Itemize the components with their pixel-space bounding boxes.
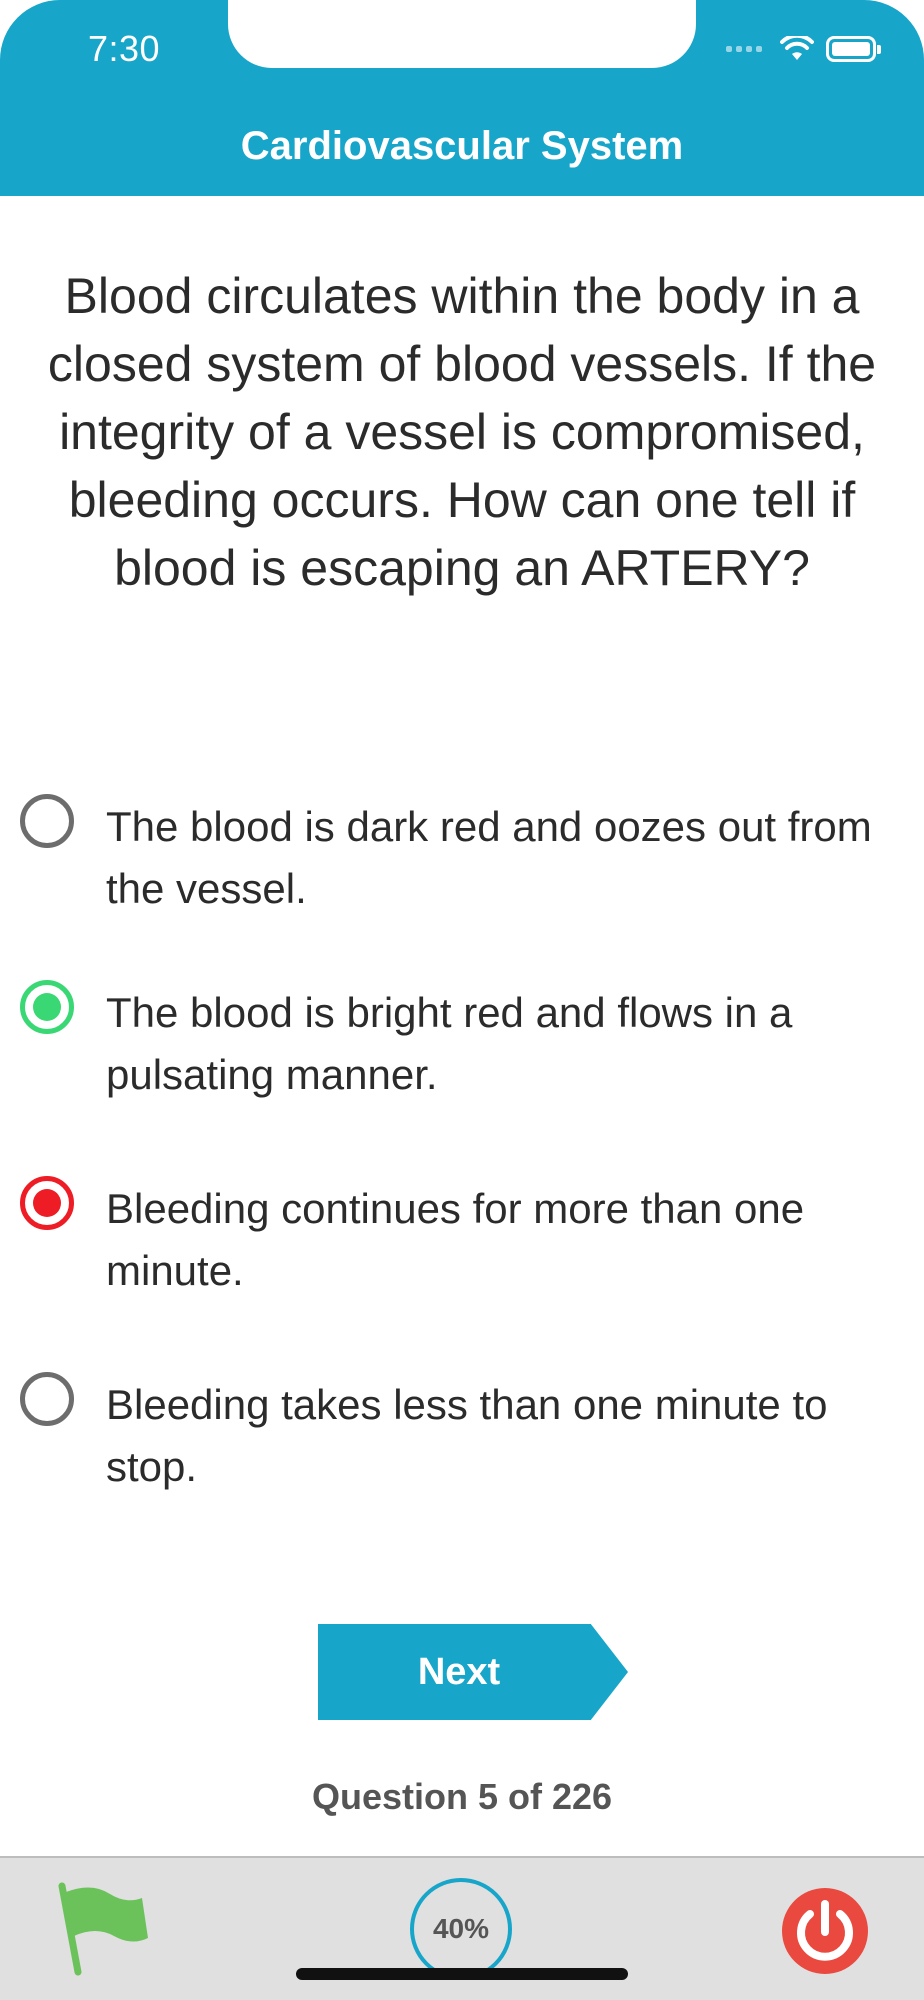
flag-button[interactable] [52, 1880, 152, 1976]
answer-option-label: Bleeding continues for more than one min… [106, 1185, 805, 1294]
app-header: 7:30 Cardiovascular System [0, 0, 924, 196]
device-notch [228, 0, 696, 68]
home-indicator [296, 1968, 628, 1980]
answer-option-1[interactable]: The blood is dark red and oozes out from… [0, 794, 924, 924]
battery-icon [826, 36, 881, 62]
power-icon [782, 1888, 868, 1974]
radio-unselected-icon[interactable] [20, 1372, 74, 1426]
status-time: 7:30 [88, 28, 161, 69]
answer-option-3[interactable]: Bleeding continues for more than one min… [0, 1176, 924, 1306]
signal-icon [726, 46, 762, 52]
question-text: Blood circulates within the body in a cl… [47, 268, 877, 596]
answer-option-label: The blood is bright red and flows in a p… [106, 989, 793, 1098]
next-button[interactable]: Next [318, 1624, 628, 1720]
radio-correct-icon[interactable] [20, 980, 74, 1034]
question-counter: Question 5 of 226 [311, 1776, 613, 1817]
status-icons [726, 34, 881, 64]
radio-wrong-icon[interactable] [20, 1176, 74, 1230]
answer-option-2[interactable]: The blood is bright red and flows in a p… [0, 980, 924, 1110]
page-title: Cardiovascular System [240, 124, 684, 168]
progress-percent-indicator[interactable]: 40% [410, 1878, 512, 1980]
answer-option-4[interactable]: Bleeding takes less than one minute to s… [0, 1372, 924, 1502]
radio-unselected-icon[interactable] [20, 794, 74, 848]
answer-option-label: The blood is dark red and oozes out from… [106, 803, 872, 912]
wifi-icon [780, 36, 814, 60]
flag-icon [58, 1882, 148, 1976]
quit-button[interactable] [780, 1886, 870, 1976]
answer-option-label: Bleeding takes less than one minute to s… [106, 1381, 828, 1490]
